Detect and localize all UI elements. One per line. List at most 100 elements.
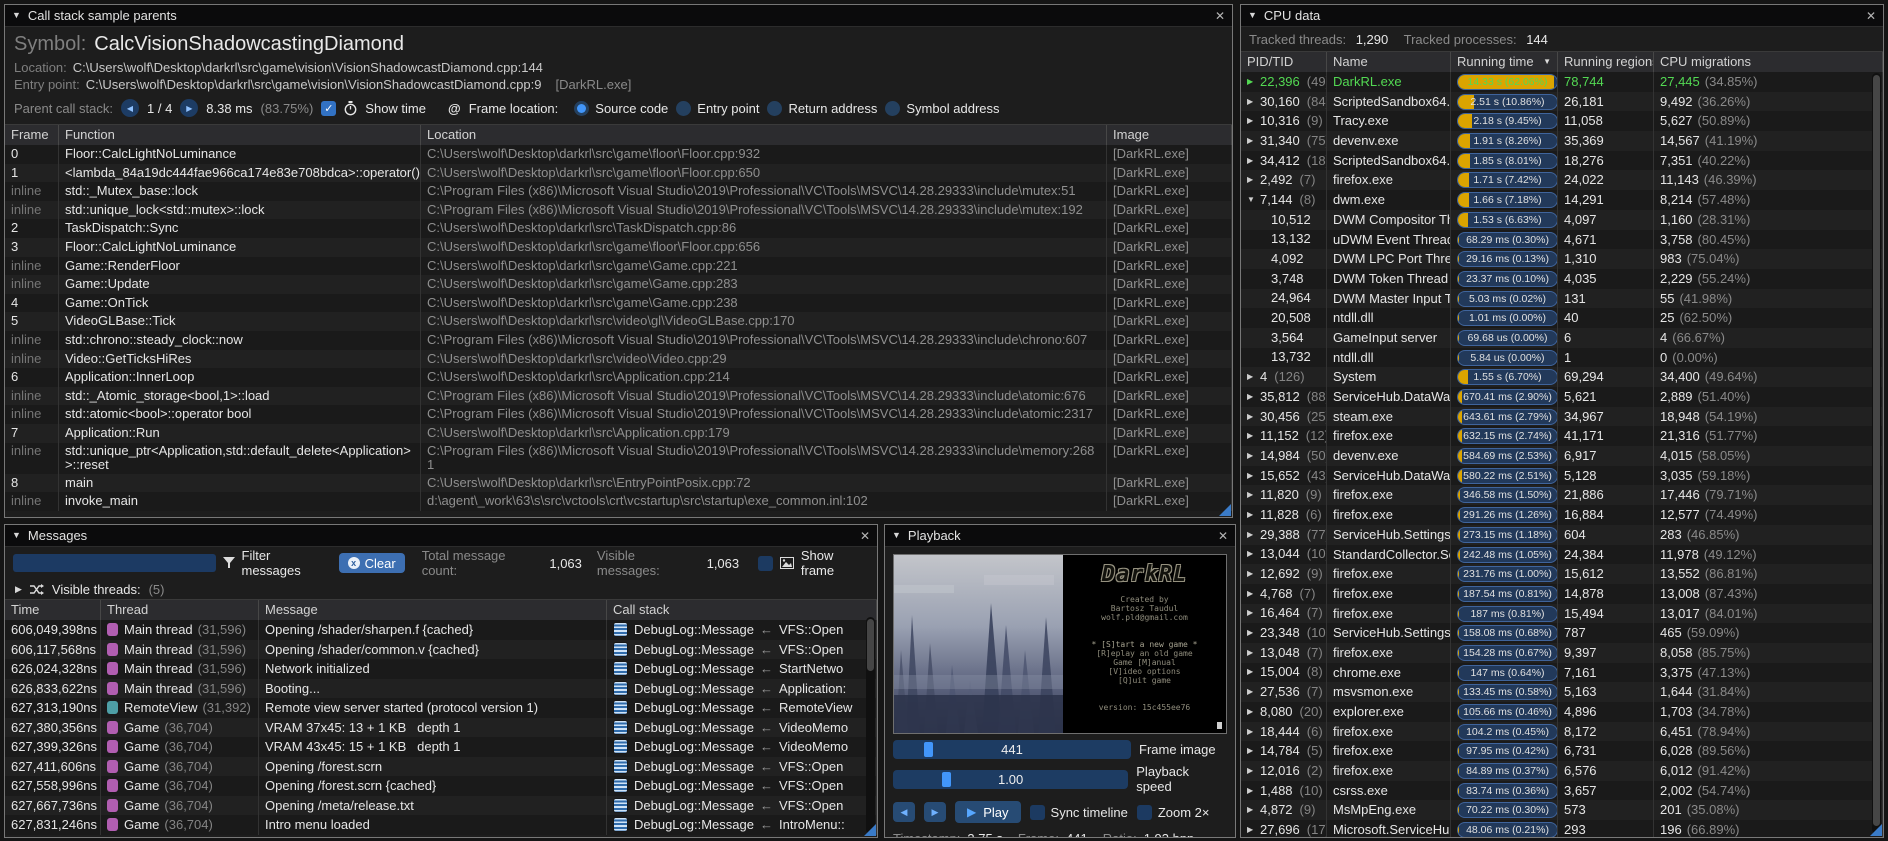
expand-row-icon[interactable]: ▶	[1247, 782, 1256, 800]
message-row[interactable]: 606,117,568nsMain thread(31,596)Opening …	[5, 640, 877, 660]
column-image[interactable]: Image	[1107, 125, 1232, 145]
expand-row-icon[interactable]: ▶	[1247, 73, 1256, 91]
collapse-icon[interactable]: ▼	[12, 531, 21, 540]
expand-row-icon[interactable]: ▶	[1247, 821, 1256, 838]
column-callstack[interactable]: Call stack	[607, 600, 877, 620]
callstack-titlebar[interactable]: ▼ Call stack sample parents ✕	[5, 5, 1232, 27]
expand-row-icon[interactable]: ▶	[1247, 132, 1256, 150]
callstack-cell[interactable]: DebugLog::Message←Application:	[607, 679, 877, 699]
process-row[interactable]: 13,732ntdll.dll5.84 us (0.00%)10(0.00%)	[1241, 348, 1883, 368]
expand-row-icon[interactable]: ▶	[1247, 723, 1256, 741]
callstack-list-icon[interactable]	[613, 642, 628, 657]
sync-timeline-checkbox[interactable]	[1030, 805, 1045, 820]
process-row[interactable]: ▶10,316(9)Tracy.exe2.18 s (9.45%)11,0585…	[1241, 111, 1883, 131]
column-thread[interactable]: Thread	[101, 600, 259, 620]
message-row[interactable]: 627,411,606nsGame(36,704)Opening /forest…	[5, 757, 877, 777]
process-row[interactable]: ▶23,348(106)ServiceHub.SettingsHost.exe1…	[1241, 623, 1883, 643]
callstack-list-icon[interactable]	[613, 759, 628, 774]
process-row[interactable]: ▶13,048(7)firefox.exe154.28 ms (0.67%)9,…	[1241, 643, 1883, 663]
process-row[interactable]: ▶2,492(7)firefox.exe1.71 s (7.42%)24,022…	[1241, 170, 1883, 190]
callstack-list-icon[interactable]	[613, 778, 628, 793]
column-running-regions[interactable]: Running regions	[1558, 52, 1654, 72]
message-row[interactable]: 627,399,326nsGame(36,704)VRAM 43x45: 15 …	[5, 737, 877, 757]
expand-row-icon[interactable]: ▶	[1247, 742, 1256, 760]
callstack-row[interactable]: inlineGame::UpdateC:\Users\wolf\Desktop\…	[5, 275, 1232, 294]
expand-row-icon[interactable]: ▶	[1247, 801, 1256, 819]
message-row[interactable]: 627,380,356nsGame(36,704)VRAM 37x45: 13 …	[5, 718, 877, 738]
expand-row-icon[interactable]: ▶	[1247, 467, 1256, 485]
callstack-cell[interactable]: DebugLog::Message←StartNetwo	[607, 659, 877, 679]
scrollbar-handle[interactable]	[867, 619, 874, 671]
playback-speed-slider[interactable]: 1.00	[893, 770, 1128, 789]
messages-titlebar[interactable]: ▼ Messages ✕	[5, 525, 877, 547]
process-row[interactable]: 24,964DWM Master Input Thread5.03 ms (0.…	[1241, 289, 1883, 309]
cpu-titlebar[interactable]: ▼ CPU data ✕	[1241, 5, 1883, 27]
process-row[interactable]: ▶18,444(6)firefox.exe104.2 ms (0.45%)8,1…	[1241, 722, 1883, 742]
callstack-cell[interactable]: DebugLog::Message←VideoMemo	[607, 737, 877, 757]
resize-grip[interactable]	[1870, 824, 1882, 836]
expand-row-icon[interactable]: ▶	[1247, 663, 1256, 681]
expand-row-icon[interactable]: ▶	[1247, 545, 1256, 563]
cpu-scrollbar[interactable]	[1872, 73, 1881, 834]
frame-location-option[interactable]: Source code	[574, 101, 668, 116]
zoom-option[interactable]: Zoom 2×	[1137, 805, 1210, 820]
callstack-cell[interactable]: DebugLog::Message←VFS::Open	[607, 776, 877, 796]
callstack-cell[interactable]: DebugLog::Message←VideoMemo	[607, 718, 877, 738]
close-icon[interactable]: ✕	[1866, 9, 1876, 23]
collapse-icon[interactable]: ▼	[1248, 11, 1257, 20]
radio-icon[interactable]	[676, 101, 691, 116]
callstack-list-icon[interactable]	[613, 661, 628, 676]
callstack-row[interactable]: 6Application::InnerLoopC:\Users\wolf\Des…	[5, 368, 1232, 387]
column-function[interactable]: Function	[59, 125, 421, 145]
process-row[interactable]: ▶29,388(77)ServiceHub.SettingsHost.exe27…	[1241, 525, 1883, 545]
next-stack-button[interactable]: ▶	[180, 99, 198, 117]
show-frame-checkbox[interactable]	[758, 556, 773, 571]
process-row[interactable]: ▶13,044(10)StandardCollector.Service.exe…	[1241, 545, 1883, 565]
process-row[interactable]: ▶14,784(5)firefox.exe97.95 ms (0.42%)6,7…	[1241, 741, 1883, 761]
callstack-list-icon[interactable]	[613, 622, 628, 637]
column-frame[interactable]: Frame	[5, 125, 59, 145]
callstack-cell[interactable]: DebugLog::Message←VFS::Open	[607, 620, 877, 640]
message-row[interactable]: 627,667,736nsGame(36,704)Opening /meta/r…	[5, 796, 877, 816]
expand-row-icon[interactable]: ▶	[1247, 388, 1256, 406]
frame-location-option[interactable]: Entry point	[676, 101, 759, 116]
process-row[interactable]: ▶34,412(18)ScriptedSandbox64.exe1.85 s (…	[1241, 151, 1883, 171]
expand-row-icon[interactable]: ▶	[1247, 171, 1256, 189]
message-row[interactable]: 627,558,996nsGame(36,704)Opening /forest…	[5, 776, 877, 796]
close-icon[interactable]: ✕	[860, 529, 870, 543]
callstack-row[interactable]: 4Game::OnTickC:\Users\wolf\Desktop\darkr…	[5, 294, 1232, 313]
callstack-row[interactable]: 7Application::RunC:\Users\wolf\Desktop\d…	[5, 424, 1232, 443]
expand-row-icon[interactable]: ▶	[1247, 762, 1256, 780]
expand-row-icon[interactable]: ▶	[1247, 152, 1256, 170]
callstack-row[interactable]: 2TaskDispatch::SyncC:\Users\wolf\Desktop…	[5, 219, 1232, 238]
collapse-icon[interactable]: ▼	[12, 11, 21, 20]
column-cpu-migrations[interactable]: CPU migrations	[1654, 52, 1883, 72]
message-row[interactable]: 626,833,622nsMain thread(31,596)Booting.…	[5, 679, 877, 699]
callstack-row[interactable]: inlineGame::RenderFloorC:\Users\wolf\Des…	[5, 257, 1232, 276]
callstack-list-icon[interactable]	[613, 739, 628, 754]
radio-icon[interactable]	[885, 101, 900, 116]
play-button[interactable]: ▶ Play	[955, 801, 1021, 823]
message-row[interactable]: 627,831,246nsGame(36,704)Intro menu load…	[5, 815, 877, 835]
callstack-list-icon[interactable]	[613, 681, 628, 696]
process-row[interactable]: ▶11,820(9)firefox.exe346.58 ms (1.50%)21…	[1241, 485, 1883, 505]
process-row[interactable]: ▶12,016(2)firefox.exe84.89 ms (0.37%)6,5…	[1241, 761, 1883, 781]
process-row[interactable]: ▶15,652(43)ServiceHub.DataWarehouseHost.…	[1241, 466, 1883, 486]
callstack-row[interactable]: 8mainC:\Users\wolf\Desktop\darkrl\src\En…	[5, 474, 1232, 493]
expand-threads-icon[interactable]: ▶	[15, 584, 22, 595]
expand-row-icon[interactable]: ▶	[1247, 585, 1256, 603]
frame-location-option[interactable]: Return address	[767, 101, 877, 116]
expand-row-icon[interactable]: ▶	[1247, 506, 1256, 524]
zoom-checkbox[interactable]	[1137, 805, 1152, 820]
process-row[interactable]: 10,512DWM Compositor Thread1.53 s (6.63%…	[1241, 210, 1883, 230]
process-row[interactable]: ▶11,828(6)firefox.exe291.26 ms (1.26%)16…	[1241, 505, 1883, 525]
expand-row-icon[interactable]: ▶	[1247, 624, 1256, 642]
process-row[interactable]: ▶31,340(75)devenv.exe1.91 s (8.26%)35,36…	[1241, 131, 1883, 151]
expand-row-icon[interactable]: ▶	[1247, 368, 1256, 386]
message-row[interactable]: 606,049,398nsMain thread(31,596)Opening …	[5, 620, 877, 640]
callstack-cell[interactable]: DebugLog::Message←VFS::Open	[607, 757, 877, 777]
callstack-list-icon[interactable]	[613, 798, 628, 813]
process-row[interactable]: 4,092DWM LPC Port Thread29.16 ms (0.13%)…	[1241, 249, 1883, 269]
resize-grip[interactable]	[1219, 504, 1231, 516]
callstack-row[interactable]: 5VideoGLBase::TickC:\Users\wolf\Desktop\…	[5, 312, 1232, 331]
